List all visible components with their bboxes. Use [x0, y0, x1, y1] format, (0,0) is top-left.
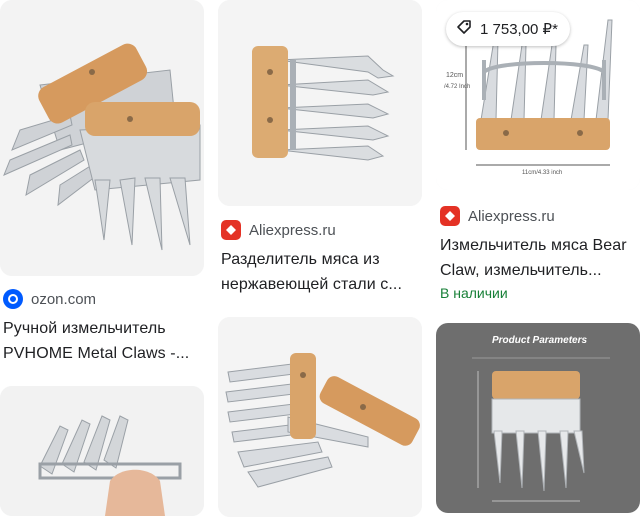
- result-title[interactable]: Измельчитель мяса Bear Claw, измельчител…: [440, 233, 640, 283]
- dimension-width-label: 11cm/4.33 inch: [522, 170, 563, 176]
- result-source-label: Aliexpress.ru: [249, 221, 336, 239]
- price-value: 1 753,00 ₽*: [480, 21, 558, 38]
- product-parameters-image: [436, 323, 640, 513]
- result-title-line: Ручной измельчитель: [3, 320, 166, 337]
- meat-claw-image: [218, 0, 422, 206]
- result-thumbnail[interactable]: [0, 0, 204, 276]
- result-source[interactable]: Aliexpress.ru: [440, 206, 555, 226]
- result-thumbnail[interactable]: [0, 386, 204, 516]
- ozon-logo-icon: [3, 289, 23, 309]
- price-badge[interactable]: 1 753,00 ₽*: [446, 12, 570, 46]
- availability-status: В наличии: [440, 285, 508, 301]
- result-title-line: Измельчитель мяса Bear: [440, 237, 627, 254]
- result-title-line: Claw, измельчитель...: [440, 262, 602, 279]
- dimension-height-inch-label: /4.72 Inch: [444, 84, 471, 90]
- meat-claw-image: [0, 0, 204, 276]
- result-title-line: Разделитель мяса из: [221, 251, 380, 268]
- product-parameters-heading: Product Parameters: [492, 335, 588, 346]
- result-title-line: PVHOME Metal Claws -...: [3, 345, 190, 362]
- result-source[interactable]: ozon.com: [3, 289, 96, 309]
- aliexpress-logo-icon: [221, 220, 241, 240]
- result-thumbnail[interactable]: [218, 317, 422, 517]
- result-source-label: Aliexpress.ru: [468, 207, 555, 225]
- result-thumbnail[interactable]: [218, 0, 422, 206]
- aliexpress-logo-icon: [440, 206, 460, 226]
- result-thumbnail[interactable]: Product Parameters: [436, 323, 640, 513]
- result-source[interactable]: Aliexpress.ru: [221, 220, 336, 240]
- meat-claw-pair-image: [218, 317, 422, 517]
- result-title[interactable]: Ручной измельчитель PVHOME Metal Claws -…: [3, 316, 203, 366]
- price-tag-icon: [456, 19, 472, 39]
- result-title-line: нержавеющей стали с...: [221, 276, 403, 293]
- result-source-label: ozon.com: [31, 290, 97, 308]
- meat-claw-hand-image: [0, 386, 204, 516]
- result-title[interactable]: Разделитель мяса из нержавеющей стали с.…: [221, 247, 421, 297]
- dimension-height-label: 12cm: [446, 72, 464, 79]
